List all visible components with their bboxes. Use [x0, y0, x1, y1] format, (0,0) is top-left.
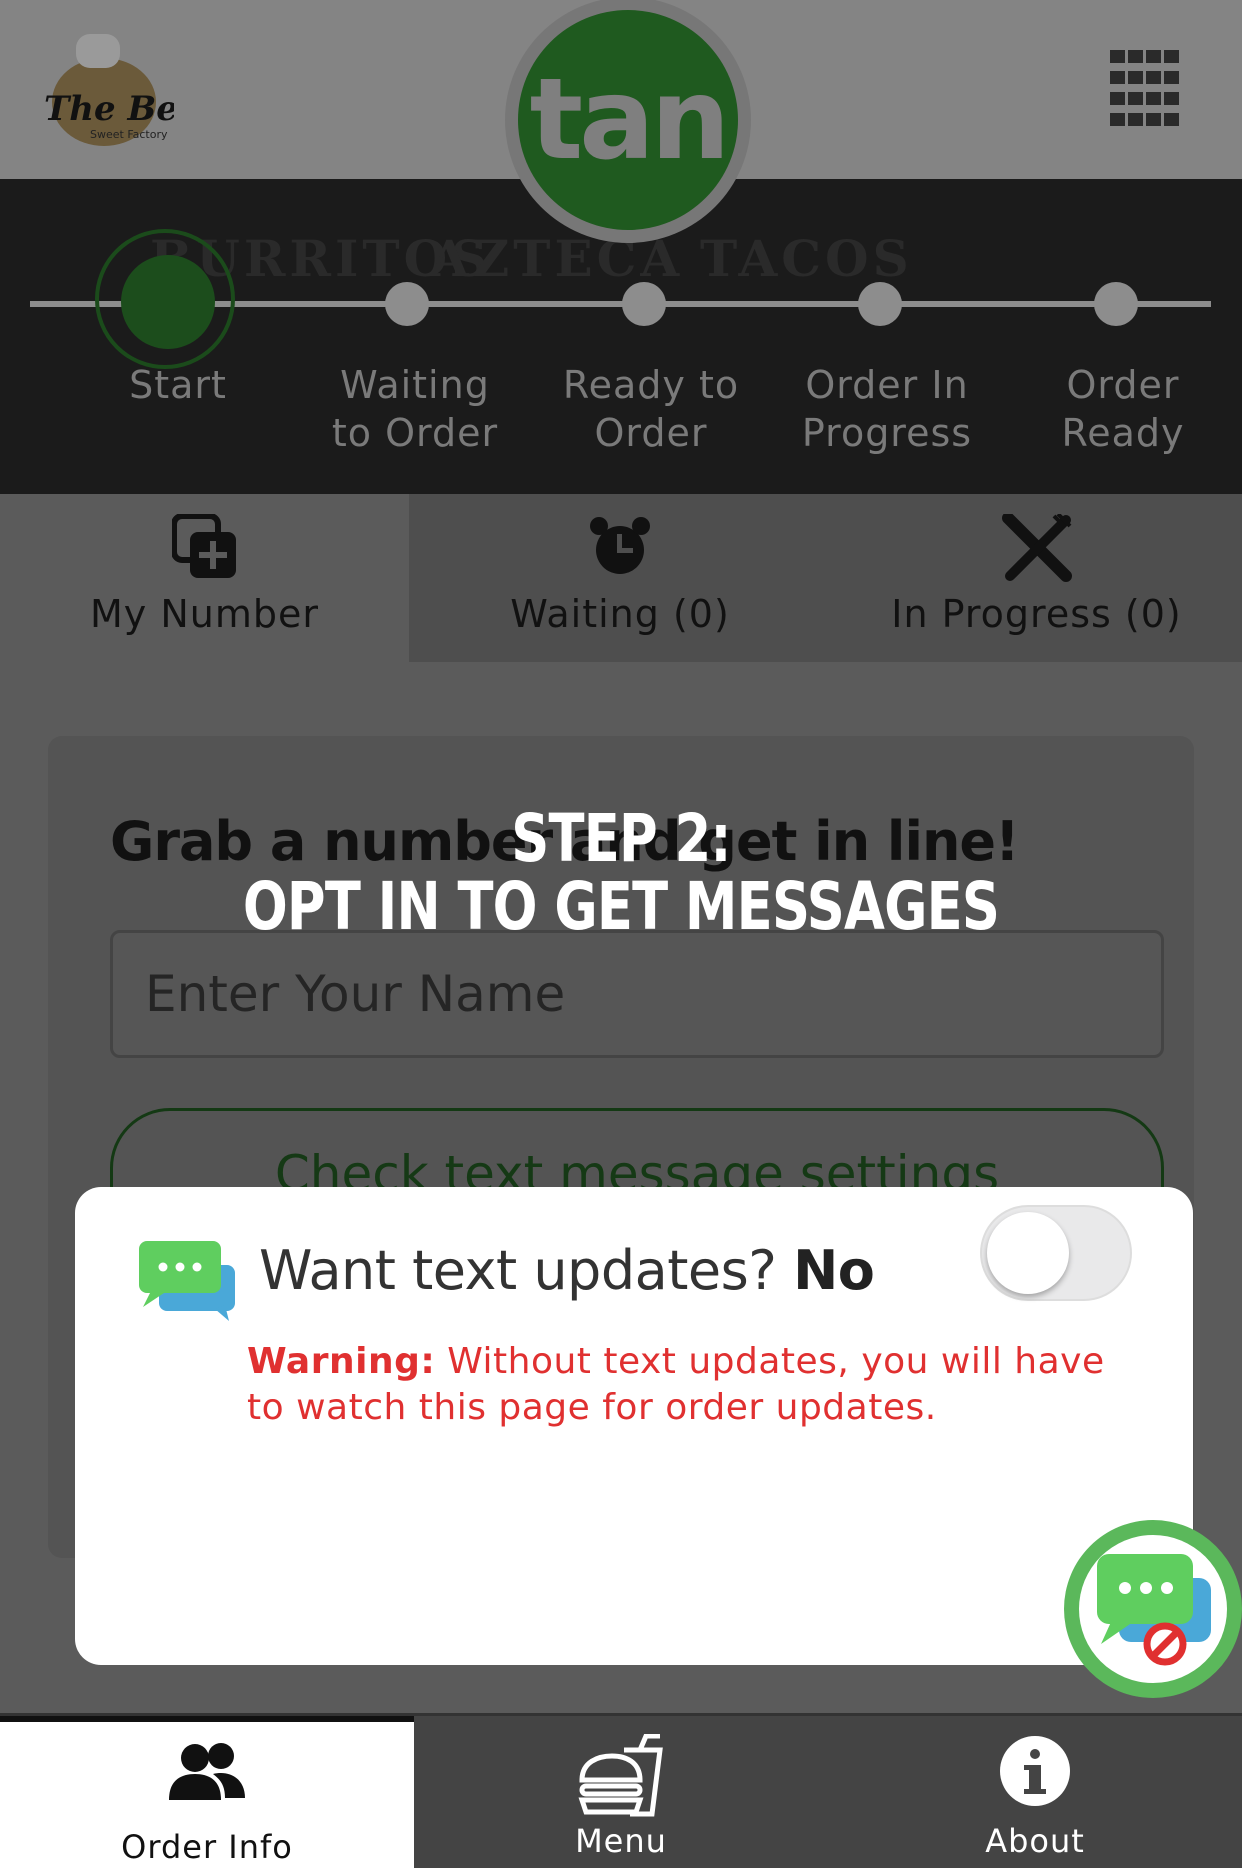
hero-sign-word: TACOS: [700, 229, 913, 288]
text-updates-modal: Want text updates? No Warning: Without t…: [75, 1187, 1193, 1665]
queue-tabs: My Number Waiting (0) In Progress (0): [0, 494, 1242, 662]
chat-disabled-icon: [1091, 1548, 1215, 1670]
tab-in-progress[interactable]: In Progress (0): [831, 494, 1242, 662]
progress-node-ready: [622, 282, 666, 326]
alarm-clock-icon: [588, 514, 652, 582]
tab-label: My Number: [89, 592, 319, 636]
chat-bubbles-icon: [137, 1239, 237, 1325]
bottom-navigation: Order Info Menu About: [0, 1713, 1242, 1868]
app-logo-text: tan: [518, 10, 738, 230]
step-label-in-progress: Order In Progress: [801, 363, 973, 455]
tutorial-step-title: STEP 2:: [511, 800, 731, 877]
burger-drink-icon: [578, 1733, 664, 1822]
text-updates-question: Want text updates? No: [259, 1239, 875, 1302]
brand-logo-text: The Bells: [44, 89, 174, 129]
step-label-order-ready: Order Ready: [1061, 363, 1185, 455]
nav-label: Order Info: [121, 1828, 293, 1866]
text-updates-toggle[interactable]: [980, 1205, 1132, 1301]
progress-node-in-progress: [858, 282, 902, 326]
warning-message: Warning: Without text updates, you will …: [247, 1341, 1105, 1428]
brand-logo-subtext: Sweet Factory: [90, 128, 168, 141]
fork-knife-icon: [1001, 512, 1072, 586]
add-copy-icon: [170, 513, 238, 584]
tutorial-step-subtitle: OPT IN TO GET MESSAGES: [242, 868, 1000, 945]
progress-node-order-ready: [1094, 282, 1138, 326]
chat-disabled-button[interactable]: [1064, 1520, 1242, 1698]
nav-label: Menu: [575, 1822, 667, 1860]
nav-order-info[interactable]: Order Info: [0, 1716, 414, 1868]
grid-icon[interactable]: [1110, 50, 1180, 126]
progress-node-start: [121, 255, 215, 349]
step-label-start: Start: [129, 363, 227, 407]
text-updates-answer: No: [793, 1239, 875, 1302]
nav-about[interactable]: About: [828, 1716, 1242, 1868]
tab-waiting[interactable]: Waiting (0): [409, 494, 831, 662]
step-label-ready: Ready to Order: [562, 363, 740, 455]
tab-label: Waiting (0): [510, 592, 730, 636]
nav-label: About: [985, 1822, 1085, 1860]
progress-node-waiting: [385, 282, 429, 326]
users-icon: [167, 1740, 247, 1808]
name-input[interactable]: [110, 930, 1164, 1058]
info-icon: [998, 1734, 1072, 1812]
step-label-waiting: Waiting to Order: [331, 363, 499, 455]
toggle-knob: [987, 1212, 1069, 1294]
brand-logo[interactable]: The Bells Sweet Factory: [34, 24, 223, 154]
tab-my-number[interactable]: My Number: [0, 494, 409, 662]
nav-menu[interactable]: Menu: [414, 1716, 828, 1868]
tab-label: In Progress (0): [891, 592, 1182, 636]
app-logo[interactable]: tan: [505, 0, 751, 243]
